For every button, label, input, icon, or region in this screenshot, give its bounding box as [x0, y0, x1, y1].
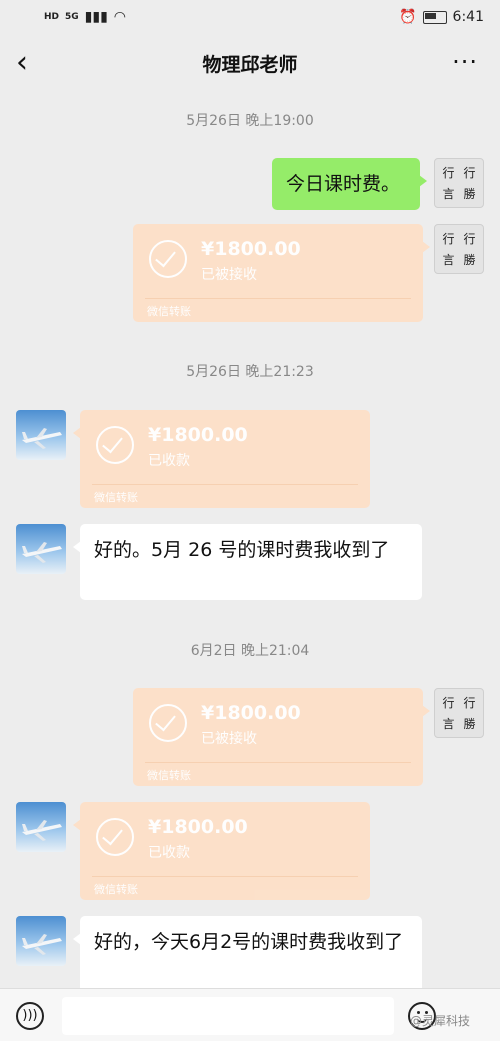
divider	[92, 484, 358, 485]
chat-header: ‹ 物理邱老师 ···	[0, 34, 500, 92]
teacher-avatar[interactable]	[16, 916, 66, 966]
teacher-avatar[interactable]	[16, 524, 66, 574]
divider	[145, 298, 411, 299]
transfer-card[interactable]: ¥1800.00 已收款 微信转账	[73, 802, 370, 900]
teacher-avatar[interactable]	[16, 410, 66, 460]
hd-indicator: HD	[44, 12, 60, 22]
transfer-brand: 微信转账	[147, 769, 191, 782]
timestamp: 5月26日 晚上21:23	[186, 364, 314, 380]
watermark: @灵犀科技	[410, 1014, 471, 1028]
airplane-icon	[22, 428, 62, 449]
teacher-avatar[interactable]	[16, 802, 66, 852]
message-input[interactable]	[62, 997, 394, 1035]
check-circle-icon	[96, 426, 134, 464]
battery-icon	[422, 10, 447, 24]
airplane-icon	[22, 542, 62, 563]
check-circle-icon	[149, 704, 187, 742]
transfer-brand: 微信转账	[94, 883, 138, 896]
transfer-amount: ¥1800.00	[148, 424, 248, 446]
message-bubble-sent[interactable]: 今日课时费。	[272, 158, 427, 210]
transfer-card[interactable]: ¥1800.00 已收款 微信转账	[73, 410, 370, 508]
clock-time: 6:41	[452, 9, 484, 25]
transfer-card[interactable]: ¥1800.00 已被接收 微信转账	[133, 224, 430, 322]
transfer-status: 已被接收	[201, 267, 257, 283]
more-options-button[interactable]: ···	[452, 48, 478, 76]
self-avatar[interactable]: 行行 言勝	[434, 688, 484, 738]
airplane-icon	[22, 820, 62, 841]
transfer-status: 已被接收	[201, 731, 257, 747]
transfer-amount: ¥1800.00	[201, 238, 301, 260]
alarm-icon: ⏰	[399, 9, 417, 25]
transfer-brand: 微信转账	[94, 491, 138, 504]
check-circle-icon	[149, 240, 187, 278]
transfer-amount: ¥1800.00	[148, 816, 248, 838]
transfer-brand: 微信转账	[147, 305, 191, 318]
voice-icon[interactable]: )))	[16, 1002, 44, 1030]
transfer-status: 已收款	[148, 453, 190, 469]
transfer-card[interactable]: ¥1800.00 已被接收 微信转账	[133, 688, 430, 786]
signal-icon: ▮▮▮	[84, 9, 108, 25]
airplane-icon	[22, 934, 62, 955]
divider	[145, 762, 411, 763]
self-avatar[interactable]: 行行 言勝	[434, 224, 484, 274]
self-avatar[interactable]: 行行 言勝	[434, 158, 484, 208]
divider	[92, 876, 358, 877]
message-bubble-received[interactable]: 好的，今天6月2号的课时费我收到了	[73, 916, 422, 988]
timestamp: 6月2日 晚上21:04	[190, 643, 310, 659]
chat-title: 物理邱老师	[202, 53, 298, 76]
message-bubble-received[interactable]: 好的。5月 26 号的课时费我收到了	[73, 524, 422, 600]
status-bar: HD 5G ▮▮▮ ◠ ⏰ 6:41	[0, 0, 500, 34]
timestamp: 5月26日 晚上19:00	[186, 113, 314, 129]
chevron-left-icon[interactable]: ‹	[16, 48, 28, 78]
wifi-icon: ◠	[113, 9, 127, 25]
check-circle-icon	[96, 818, 134, 856]
network-indicator: 5G	[65, 12, 79, 22]
transfer-status: 已收款	[148, 845, 190, 861]
transfer-amount: ¥1800.00	[201, 702, 301, 724]
